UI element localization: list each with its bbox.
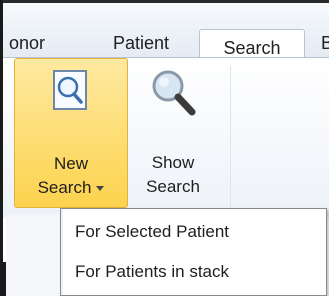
tab-donor[interactable]: onor (9, 30, 45, 56)
new-search-label-line2: Search (15, 177, 127, 199)
show-search-button[interactable]: Show Search (132, 58, 214, 206)
new-search-dropdown-menu: For Selected Patient For Patients in sta… (60, 208, 327, 296)
menu-item-for-patients-in-stack[interactable]: For Patients in stack (61, 253, 326, 291)
ribbon-separator (230, 66, 231, 211)
menu-item-for-selected-patient[interactable]: For Selected Patient (61, 213, 326, 251)
magnifier-icon (148, 68, 198, 123)
tab-next[interactable]: B (321, 30, 329, 56)
new-search-label-line1: New (53, 154, 88, 173)
show-search-label-line2: Search (146, 177, 200, 196)
window-border (0, 262, 6, 296)
show-search-label-line1: Show (151, 153, 195, 172)
magnifier-document-icon (51, 69, 91, 118)
chevron-down-icon[interactable] (96, 186, 105, 192)
ribbon-tab-bar: onor Patient Search B (3, 3, 329, 62)
app-window: onor Patient Search B New Search Show Se (0, 0, 329, 296)
new-search-button[interactable]: New Search (14, 58, 128, 208)
tab-patient[interactable]: Patient (113, 30, 169, 56)
background-panel (6, 214, 60, 296)
new-search-label-text: Search (37, 178, 92, 197)
